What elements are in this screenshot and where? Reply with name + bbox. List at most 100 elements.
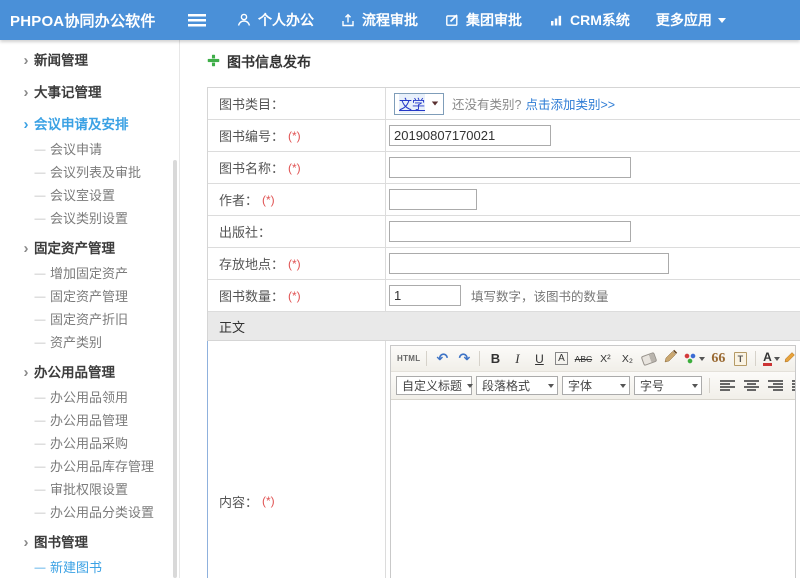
nav-crm[interactable]: CRM系统 (548, 10, 630, 30)
book-name-input[interactable] (389, 157, 631, 178)
caret-down-icon (692, 384, 698, 388)
sidebar: 新闻管理 大事记管理 会议申请及安排 会议申请 会议列表及审批 会议室设置 会议… (0, 40, 180, 578)
editor-align-left-button[interactable] (717, 376, 737, 396)
editor-highlight-button[interactable] (783, 349, 796, 369)
dash-icon (30, 284, 50, 309)
add-category-link[interactable]: 点击添加类别>> (525, 94, 615, 113)
brush-icon (664, 349, 678, 368)
field-label: 内容： (219, 492, 258, 511)
sidebar-group-news[interactable]: 新闻管理 (0, 48, 179, 74)
sidebar-group-books[interactable]: 图书管理 (0, 530, 179, 556)
menu-toggle-icon[interactable] (188, 14, 206, 27)
editor-paragraph-select[interactable]: 段落格式 (476, 376, 558, 395)
editor-redo-button[interactable]: ↷ (454, 349, 474, 369)
editor-remove-format-button[interactable] (639, 349, 659, 369)
sidebar-item-meeting-room[interactable]: 会议室设置 (0, 184, 179, 207)
caret-down-icon (718, 18, 726, 23)
editor-superscript-button[interactable]: X² (595, 349, 615, 369)
sidebar-item-supplies-stock[interactable]: 办公用品库存管理 (0, 455, 179, 478)
sidebar-item-meeting-type[interactable]: 会议类别设置 (0, 207, 179, 230)
editor-fontsize-select[interactable]: 字号 (634, 376, 702, 395)
editor-source-button[interactable]: HTML (396, 349, 421, 369)
sidebar-group-meeting[interactable]: 会议申请及安排 (0, 112, 179, 138)
editor-bold-button[interactable]: B (485, 349, 505, 369)
sidebar-item-book-new[interactable]: 新建图书 (0, 556, 179, 578)
editor-subscript-button[interactable]: X₂ (617, 349, 637, 369)
editor-font-color-button[interactable]: A (761, 349, 781, 369)
required-mark: (*) (262, 193, 275, 207)
caret-down-icon (432, 102, 438, 106)
dash-icon (30, 408, 50, 433)
sidebar-scrollbar[interactable] (173, 160, 177, 578)
sidebar-item-supplies-purchase[interactable]: 办公用品采购 (0, 432, 179, 455)
editor-align-right-button[interactable] (765, 376, 785, 396)
field-label: 出版社： (219, 222, 271, 241)
top-nav: 个人办公 流程审批 集团审批 CRM系统 (236, 10, 726, 30)
sidebar-item-meeting-apply[interactable]: 会议申请 (0, 138, 179, 161)
editor-format-painter-button[interactable] (661, 349, 681, 369)
editor-content-area[interactable] (391, 400, 795, 578)
quantity-input[interactable] (389, 285, 461, 306)
editor-char-border-button[interactable]: A (551, 349, 571, 369)
field-location-row: 存放地点：(*) (208, 248, 800, 280)
editor-align-justify-button[interactable] (789, 376, 796, 396)
publisher-input[interactable] (389, 221, 631, 242)
author-input[interactable] (389, 189, 477, 210)
editor-italic-button[interactable]: I (507, 349, 527, 369)
editor-blockquote-button[interactable]: 66 (708, 349, 728, 369)
editor-undo-button[interactable]: ↶ (432, 349, 452, 369)
required-mark: (*) (288, 161, 301, 175)
dash-icon (30, 431, 50, 456)
field-book-number-row: 图书编号：(*) (208, 120, 800, 152)
dash-icon (30, 385, 50, 410)
field-quantity-row: 图书数量：(*) 填写数字，该图书的数量 (208, 280, 800, 312)
sidebar-item-meeting-list[interactable]: 会议列表及审批 (0, 161, 179, 184)
no-category-hint: 还没有类别? (452, 94, 521, 113)
body-section-header: 正文 (208, 312, 800, 341)
sidebar-item-asset-add[interactable]: 增加固定资产 (0, 262, 179, 285)
chevron-right-icon (18, 530, 34, 556)
location-input[interactable] (389, 253, 669, 274)
bar-chart-icon (548, 12, 564, 28)
align-center-icon (744, 380, 759, 391)
sidebar-item-asset-category[interactable]: 资产类别 (0, 331, 179, 354)
field-label: 图书名称： (219, 158, 284, 177)
editor-strikethrough-button[interactable]: ABC (573, 349, 593, 369)
field-book-name-row: 图书名称： (*) (208, 152, 800, 184)
dash-icon (30, 555, 50, 578)
editor-underline-button[interactable]: U (529, 349, 549, 369)
dash-icon (30, 206, 50, 231)
book-number-input[interactable] (389, 125, 551, 146)
field-label: 图书类目： (219, 94, 284, 113)
editor-auto-typeset-button[interactable] (683, 349, 706, 369)
sidebar-group-assets[interactable]: 固定资产管理 (0, 236, 179, 262)
sidebar-item-asset-manage[interactable]: 固定资产管理 (0, 285, 179, 308)
field-content-row: 内容：(*) HTML ↶ ↷ B I U A (207, 341, 800, 578)
sidebar-item-asset-depreciation[interactable]: 固定资产折旧 (0, 308, 179, 331)
dash-icon (30, 183, 50, 208)
nav-more-apps[interactable]: 更多应用 (656, 10, 726, 30)
sidebar-group-supplies[interactable]: 办公用品管理 (0, 360, 179, 386)
sidebar-item-supplies-manage[interactable]: 办公用品管理 (0, 409, 179, 432)
editor-align-center-button[interactable] (741, 376, 761, 396)
nav-personal-office[interactable]: 个人办公 (236, 10, 314, 30)
sidebar-item-approval-permission[interactable]: 审批权限设置 (0, 478, 179, 501)
sidebar-item-supplies-claim[interactable]: 办公用品领用 (0, 386, 179, 409)
sidebar-group-memo[interactable]: 大事记管理 (0, 80, 179, 106)
nav-group-approval[interactable]: 集团审批 (444, 10, 522, 30)
book-form: 图书类目： 文学 还没有类别? 点击添加类别>> 图书编号：(*) (207, 87, 800, 578)
field-label: 作者： (219, 190, 258, 209)
nav-workflow-approval[interactable]: 流程审批 (340, 10, 418, 30)
person-icon (236, 12, 252, 28)
chevron-right-icon (18, 112, 34, 138)
sidebar-item-supplies-category[interactable]: 办公用品分类设置 (0, 501, 179, 524)
required-mark: (*) (288, 129, 301, 143)
editor-style-select[interactable]: 自定义标题 (396, 376, 472, 395)
dash-icon (30, 160, 50, 185)
dash-icon (30, 307, 50, 332)
book-category-select[interactable]: 文学 (394, 93, 444, 115)
editor-paste-text-button[interactable]: T (730, 349, 750, 369)
editor-font-select[interactable]: 字体 (562, 376, 630, 395)
chevron-right-icon (18, 48, 34, 74)
dash-icon (30, 500, 50, 525)
